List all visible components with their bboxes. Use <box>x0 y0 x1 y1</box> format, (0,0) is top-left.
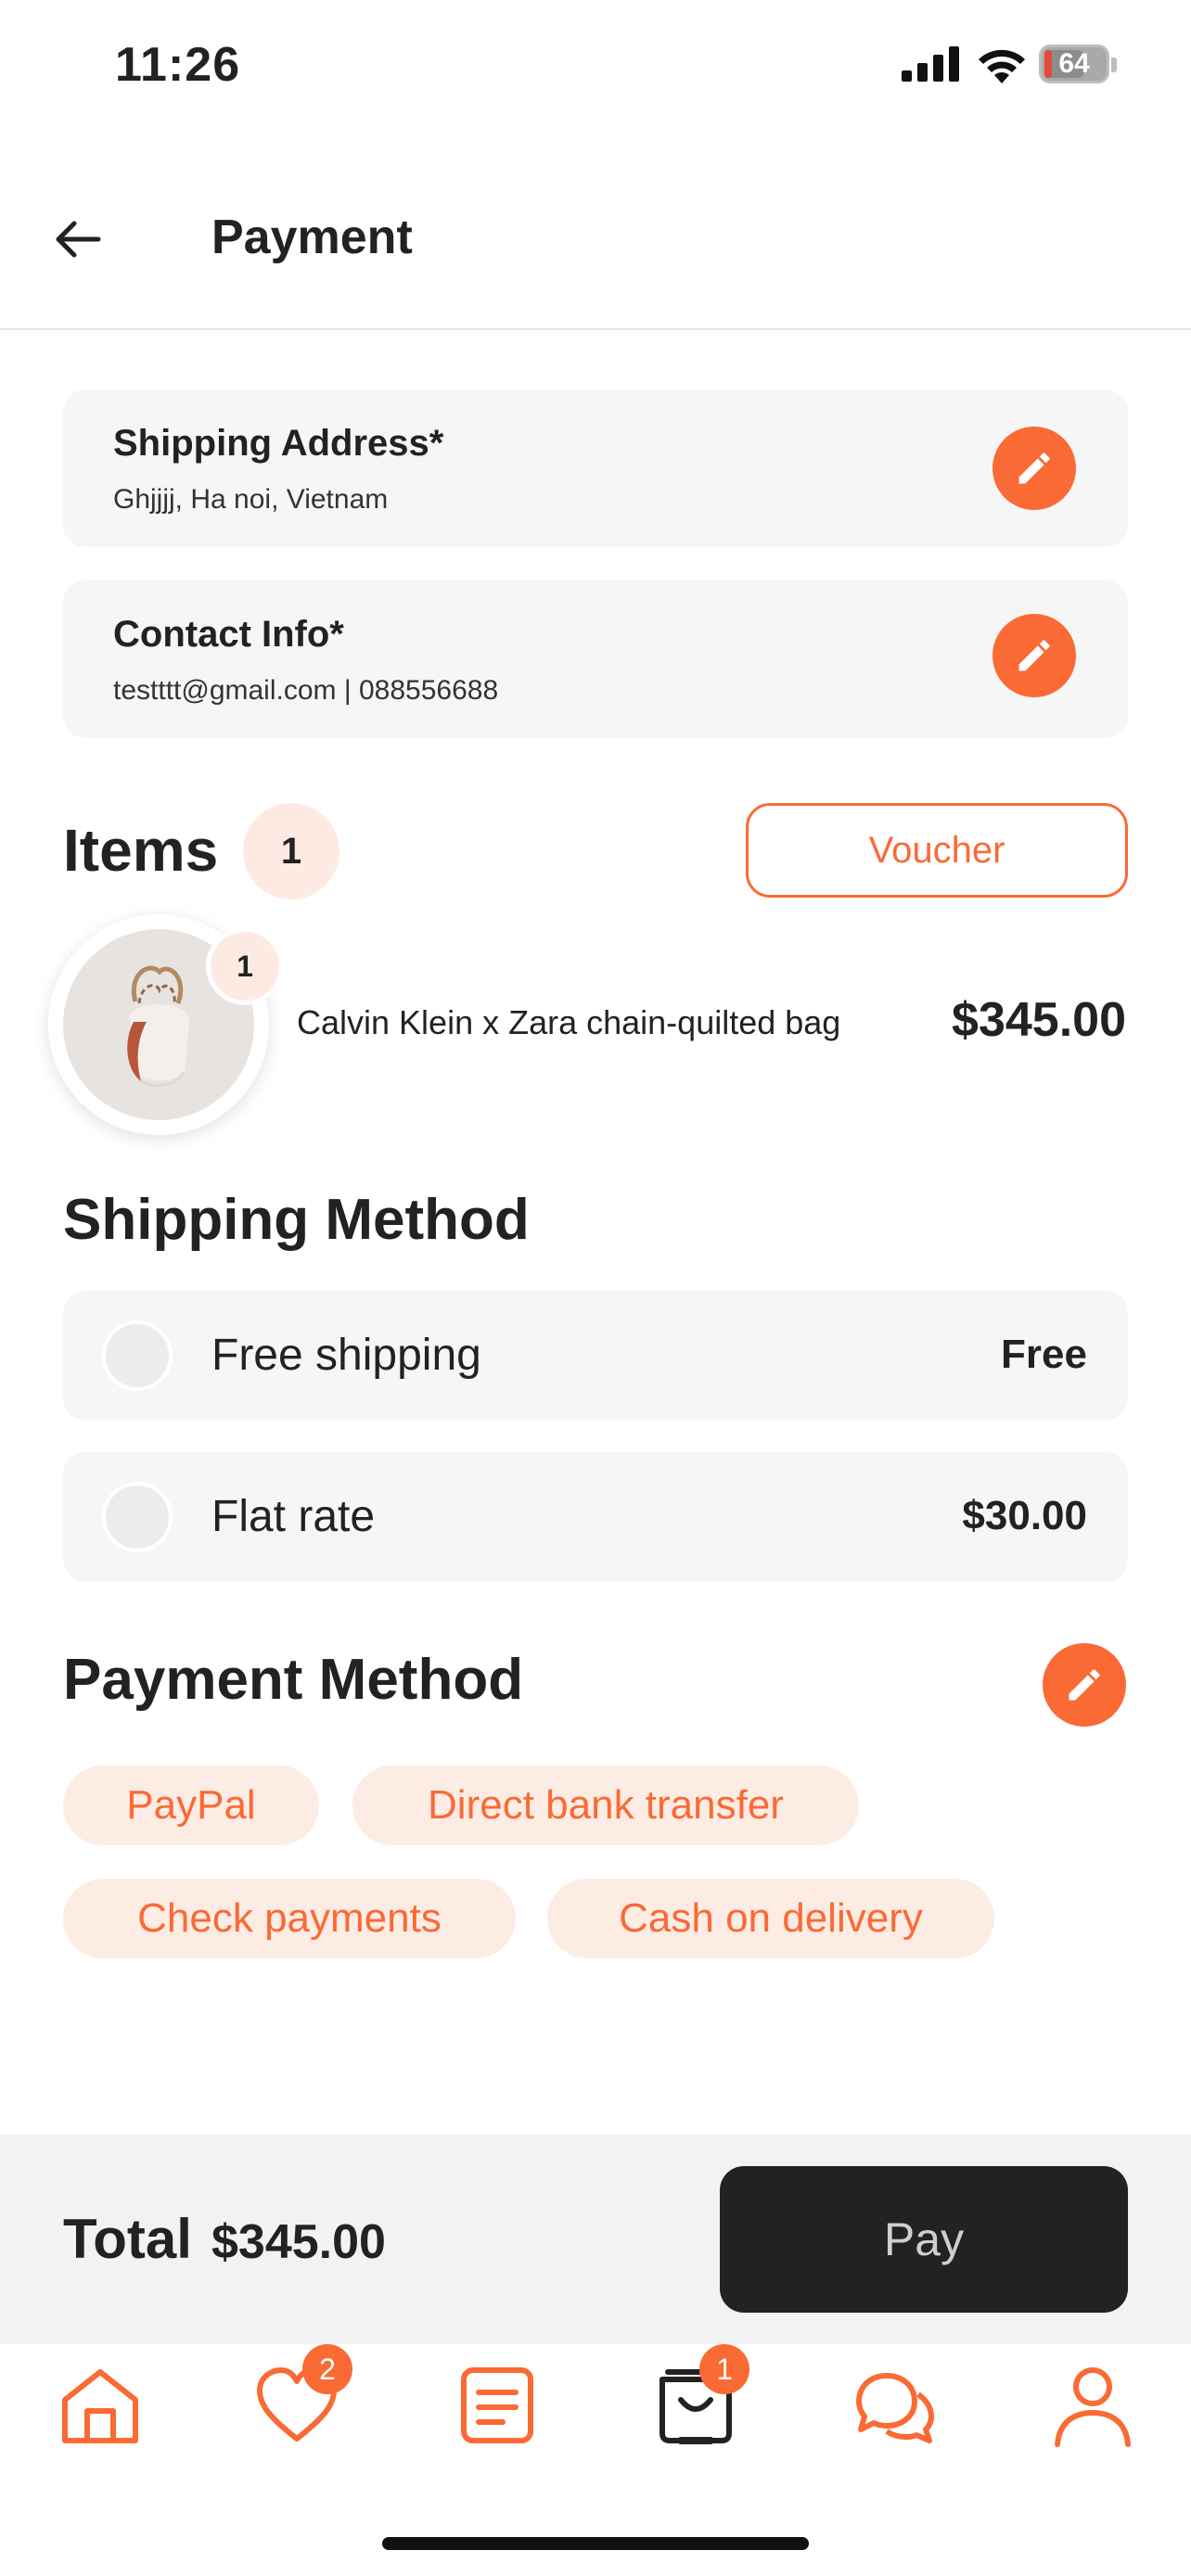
contact-info-title: Contact Info* <box>113 614 344 655</box>
page-title: Payment <box>211 210 413 264</box>
active-tab-indicator <box>677 2437 714 2444</box>
shipping-address-value: Ghjjjj, Ha noi, Vietnam <box>113 484 389 515</box>
shipping-option-price: Free <box>1001 1332 1087 1377</box>
payment-option-paypal[interactable]: PayPal <box>63 1766 319 1845</box>
home-icon[interactable] <box>56 2361 145 2450</box>
pencil-icon <box>1018 640 1050 671</box>
items-title: Items <box>63 817 219 884</box>
contact-info-value: testttt@gmail.com | 088556688 <box>113 675 499 706</box>
pencil-icon <box>1018 453 1050 484</box>
shipping-option-free[interactable]: Free shipping Free <box>63 1291 1128 1421</box>
battery-level: 64 <box>1058 48 1090 79</box>
battery-tip <box>1111 57 1117 72</box>
wifi-icon <box>979 49 1025 83</box>
edit-address-button[interactable] <box>992 427 1076 510</box>
payment-option-bank-transfer[interactable]: Direct bank transfer <box>352 1766 859 1845</box>
status-time: 11:26 <box>115 38 241 92</box>
pencil-icon <box>1069 1669 1100 1701</box>
orders-icon[interactable] <box>453 2361 542 2450</box>
payment-option-check[interactable]: Check payments <box>63 1879 516 1958</box>
chat-icon[interactable] <box>850 2361 939 2450</box>
total-value: $345.00 <box>211 2215 386 2269</box>
shipping-option-label: Free shipping <box>211 1331 481 1380</box>
cart-count-badge: 1 <box>699 2344 749 2394</box>
shipping-method-title: Shipping Method <box>63 1188 530 1252</box>
home-indicator <box>382 2537 809 2550</box>
voucher-button[interactable]: Voucher <box>746 803 1128 898</box>
profile-icon[interactable] <box>1048 2361 1137 2450</box>
shipping-address-card: Shipping Address* Ghjjjj, Ha noi, Vietna… <box>63 389 1128 547</box>
contact-info-card: Contact Info* testttt@gmail.com | 088556… <box>63 580 1128 738</box>
cellular-signal-icon <box>902 46 959 82</box>
radio-flat-rate[interactable] <box>102 1482 173 1552</box>
payment-option-cod[interactable]: Cash on delivery <box>547 1879 994 1958</box>
shipping-option-label: Flat rate <box>211 1492 376 1541</box>
total-label: Total <box>63 2208 192 2270</box>
shipping-option-price: $30.00 <box>962 1493 1087 1538</box>
product-name: Calvin Klein x Zara chain-quilted bag <box>297 1003 841 1041</box>
edit-payment-button[interactable] <box>1043 1643 1126 1727</box>
payment-method-title: Payment Method <box>63 1648 524 1712</box>
item-quantity-badge: 1 <box>206 927 284 1005</box>
wishlist-count-badge: 2 <box>302 2344 352 2394</box>
battery-icon: 64 <box>1039 45 1109 83</box>
items-count-badge: 1 <box>243 803 339 899</box>
header-divider <box>0 328 1191 330</box>
shipping-address-title: Shipping Address* <box>113 423 444 464</box>
product-price: $345.00 <box>952 993 1126 1047</box>
pay-button[interactable]: Pay <box>720 2166 1128 2313</box>
back-arrow-icon[interactable] <box>48 210 108 269</box>
edit-contact-button[interactable] <box>992 614 1076 697</box>
radio-free-shipping[interactable] <box>102 1320 173 1391</box>
shipping-option-flat-rate[interactable]: Flat rate $30.00 <box>63 1452 1128 1582</box>
